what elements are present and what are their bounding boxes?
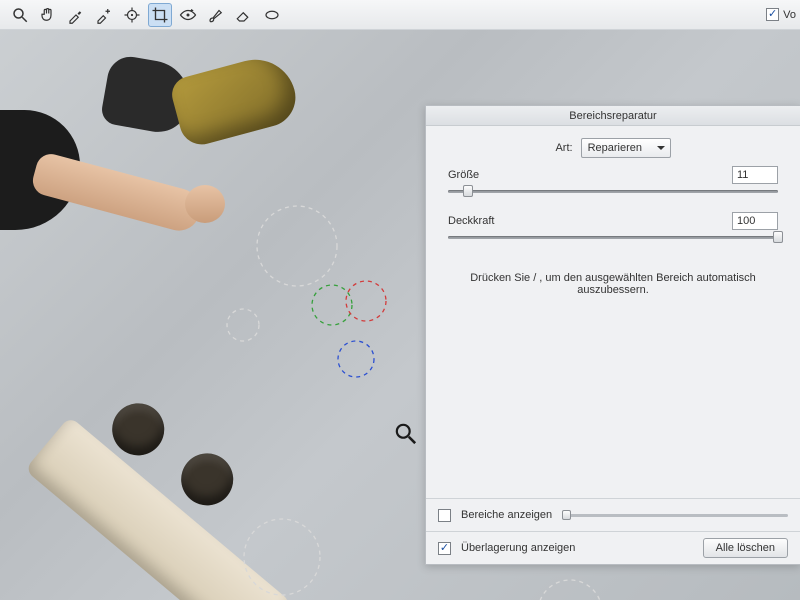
type-label: Art:: [555, 142, 572, 154]
clear-all-button[interactable]: Alle löschen: [703, 538, 788, 558]
panel-hint: Drücken Sie / , um den ausgewählten Bere…: [440, 252, 786, 296]
toolbar: Vo: [0, 0, 800, 30]
toolbar-right-label: Vo: [783, 9, 796, 21]
heal-spot[interactable]: [336, 339, 376, 379]
zoom-cursor-icon: [395, 423, 417, 448]
type-select-value: Reparieren: [588, 142, 642, 154]
show-areas-slider[interactable]: [562, 510, 788, 520]
zoom-tool-icon: [11, 6, 29, 24]
spot-repair-panel: Bereichsreparatur Art: Reparieren Größe …: [425, 105, 800, 565]
eraser-tool[interactable]: [232, 3, 256, 27]
eyedropper-plus-tool[interactable]: [92, 3, 116, 27]
redeye-tool[interactable]: [176, 3, 200, 27]
crop-tool-icon: [151, 6, 169, 24]
eyedropper-tool[interactable]: [64, 3, 88, 27]
ellipse-tool-icon: [263, 6, 281, 24]
type-select[interactable]: Reparieren: [581, 138, 671, 158]
zoom-tool[interactable]: [8, 3, 32, 27]
heal-spot[interactable]: [255, 204, 339, 288]
brush-tool-icon: [207, 6, 225, 24]
ellipse-tool[interactable]: [260, 3, 284, 27]
size-label: Größe: [448, 169, 479, 181]
canvas[interactable]: Bereichsreparatur Art: Reparieren Größe …: [0, 30, 800, 600]
size-slider[interactable]: [448, 184, 778, 198]
target-tool[interactable]: [120, 3, 144, 27]
panel-title: Bereichsreparatur: [426, 106, 800, 126]
show-overlay-label: Überlagerung anzeigen: [461, 542, 575, 554]
hand-tool-icon: [39, 6, 57, 24]
opacity-slider[interactable]: [448, 230, 778, 244]
opacity-input[interactable]: 100: [732, 212, 778, 230]
target-tool-icon: [123, 6, 141, 24]
eraser-tool-icon: [235, 6, 253, 24]
show-areas-checkbox[interactable]: [438, 509, 451, 522]
eyedropper-plus-icon: [95, 6, 113, 24]
eyedropper-icon: [67, 6, 85, 24]
show-overlay-checkbox[interactable]: [438, 542, 451, 555]
heal-spot[interactable]: [344, 279, 388, 323]
heal-spot[interactable]: [536, 578, 604, 600]
checkbox-icon: [766, 8, 779, 21]
opacity-label: Deckkraft: [448, 215, 494, 227]
size-input[interactable]: 11: [732, 166, 778, 184]
crop-tool[interactable]: [148, 3, 172, 27]
heal-spot[interactable]: [225, 307, 261, 343]
hand-tool[interactable]: [36, 3, 60, 27]
show-areas-label: Bereiche anzeigen: [461, 509, 552, 521]
toolbar-right-checkbox[interactable]: Vo: [766, 8, 796, 21]
redeye-tool-icon: [179, 6, 197, 24]
brush-tool[interactable]: [204, 3, 228, 27]
heal-spot[interactable]: [242, 517, 322, 597]
